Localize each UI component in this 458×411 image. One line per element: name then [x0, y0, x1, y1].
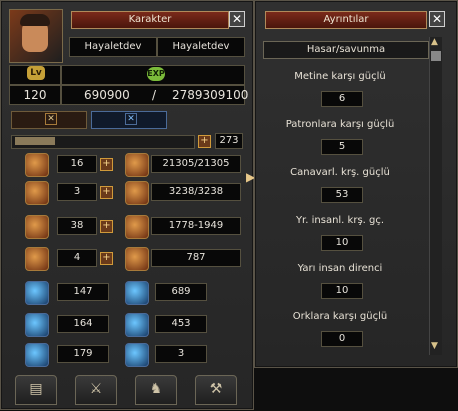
- hp-icon: [125, 153, 149, 177]
- vit-plus-button[interactable]: +: [100, 158, 113, 171]
- add-point-button[interactable]: +: [198, 135, 211, 148]
- speed-icon: [25, 281, 49, 305]
- details-close-button[interactable]: ✕: [429, 11, 445, 27]
- detail-label-1: Patronlara karşı güçlü: [285, 119, 395, 130]
- detail-value-0: 6: [321, 91, 363, 107]
- secondary-left-2: 164: [57, 315, 109, 333]
- scroll-thumb[interactable]: [431, 51, 441, 61]
- level-icon: Lv: [27, 66, 45, 80]
- exp-separator: /: [152, 88, 157, 102]
- level-value: 120: [9, 85, 61, 105]
- guild-name: Hayaletdev: [157, 37, 245, 57]
- defense-value: 787: [151, 249, 241, 267]
- horse-icon: ♞: [149, 381, 163, 397]
- detail-value-1: 5: [321, 139, 363, 155]
- str-plus-button[interactable]: +: [100, 220, 113, 233]
- magic-defense-icon: [125, 313, 149, 337]
- dex-value: 4: [57, 249, 97, 267]
- tab-quests[interactable]: ⚒: [195, 375, 237, 405]
- dex-icon: [25, 247, 49, 271]
- tab-emotes[interactable]: ♞: [135, 375, 177, 405]
- magic-attack-icon: [125, 281, 149, 305]
- avatar: [9, 9, 63, 63]
- tab-character-sheet[interactable]: ▤: [15, 375, 57, 405]
- exp-max: 2789309100: [172, 88, 249, 102]
- int-value: 3: [57, 183, 97, 201]
- secondary-right-2: 453: [155, 315, 207, 333]
- dex-plus-button[interactable]: +: [100, 252, 113, 265]
- int-icon: [25, 181, 49, 205]
- points-bar-fill: [15, 137, 55, 145]
- move-speed-icon: [25, 343, 49, 367]
- defense-icon: [125, 247, 149, 271]
- sp-value: 3238/3238: [151, 183, 241, 201]
- details-title[interactable]: Ayrıntılar: [265, 11, 427, 29]
- detail-value-4: 10: [321, 283, 363, 299]
- exp-icon: EXP: [147, 67, 165, 81]
- detail-value-2: 53: [321, 187, 363, 203]
- detail-value-3: 10: [321, 235, 363, 251]
- attack-speed-icon: [25, 313, 49, 337]
- evasion-icon: [125, 343, 149, 367]
- int-plus-button[interactable]: +: [100, 186, 113, 199]
- hp-value: 21305/21305: [151, 155, 241, 173]
- str-value: 38: [57, 217, 97, 235]
- scroll-up-icon[interactable]: ▲: [431, 37, 441, 47]
- vit-icon: [25, 153, 49, 177]
- detail-value-5: 0: [321, 331, 363, 347]
- str-icon: [25, 215, 49, 239]
- attack-value: 1778-1949: [151, 217, 241, 235]
- character-window: Karakter ✕ Hayaletdev Hayaletdev Lv EXP …: [0, 0, 254, 410]
- character-title[interactable]: Karakter: [71, 11, 229, 29]
- secondary-right-3: 3: [155, 345, 207, 363]
- toggle-right-icon: ✕: [125, 113, 137, 125]
- detail-label-4: Yarı insan direnci: [297, 263, 383, 274]
- tab-skills[interactable]: ⚔: [75, 375, 117, 405]
- sp-icon: [125, 181, 149, 205]
- exp-current: 690900: [84, 88, 130, 102]
- fishing-rod-icon: ⚒: [209, 381, 223, 397]
- character-close-button[interactable]: ✕: [229, 11, 245, 27]
- detail-label-0: Metine karşı güçlü: [294, 71, 386, 82]
- details-window: Ayrıntılar ✕ Hasar/savunma ▲ ▼ Metine ka…: [254, 0, 458, 368]
- secondary-right-1: 689: [155, 283, 207, 301]
- vit-value: 16: [57, 155, 97, 173]
- scroll-down-icon[interactable]: ▼: [431, 341, 441, 351]
- details-section-header: Hasar/savunma: [263, 41, 429, 59]
- character-sheet-icon: ▤: [29, 381, 43, 397]
- details-scrollbar[interactable]: ▲ ▼: [429, 37, 442, 355]
- detail-label-2: Canavarl. krş. güçlü: [290, 167, 390, 178]
- exp-row: 690900 / 2789309100: [61, 85, 249, 105]
- attack-icon: [125, 215, 149, 239]
- character-name: Hayaletdev: [69, 37, 157, 57]
- detail-label-5: Orklara karşı güçlü: [292, 311, 388, 322]
- detail-label-3: Yr. insanl. krş. gç.: [295, 215, 385, 226]
- sword-icon: ⚔: [89, 381, 103, 397]
- avatar-hair: [20, 14, 50, 26]
- toggle-left-icon: ✕: [45, 113, 57, 125]
- secondary-left-3: 179: [57, 345, 109, 363]
- points-available: 273: [215, 133, 243, 149]
- secondary-left-1: 147: [57, 283, 109, 301]
